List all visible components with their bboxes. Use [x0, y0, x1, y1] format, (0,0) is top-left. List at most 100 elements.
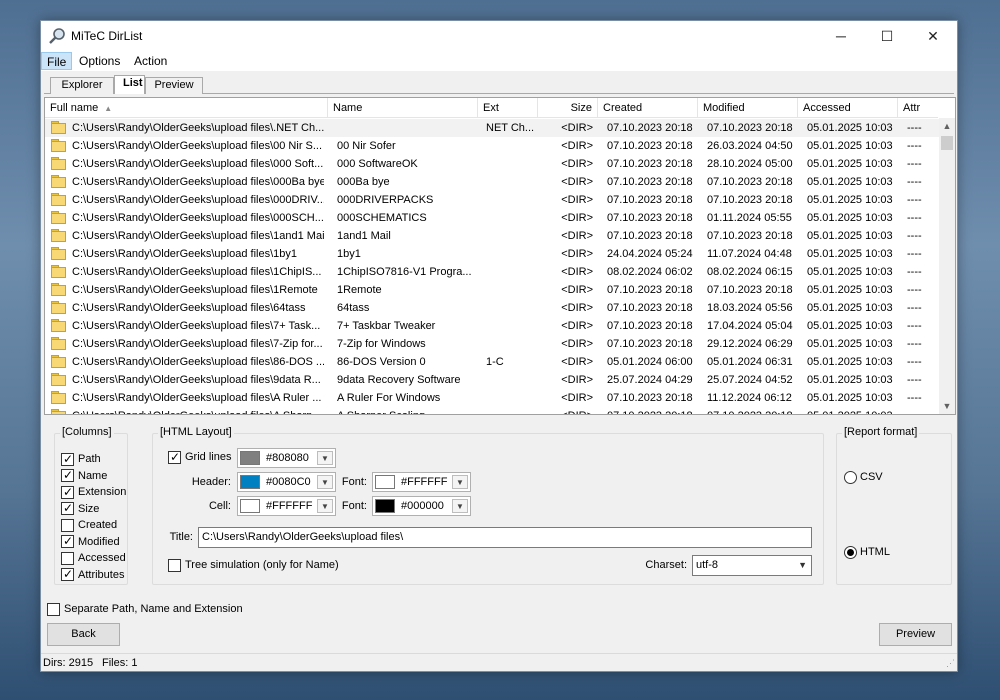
table-row[interactable]: C:\Users\Randy\OlderGeeks\upload files\1…	[45, 281, 940, 299]
tree-simulation-check[interactable]	[168, 558, 181, 572]
chevron-down-icon[interactable]: ▼	[317, 475, 333, 489]
column-checkbox-modified[interactable]: Modified	[61, 534, 120, 551]
menu-file[interactable]: File	[41, 52, 73, 70]
close-button[interactable]: ✕	[910, 21, 956, 51]
tab-explorer[interactable]: Explorer	[50, 77, 114, 94]
column-header-ext[interactable]: Ext	[478, 98, 538, 118]
table-row[interactable]: C:\Users\Randy\OlderGeeks\upload files\A…	[45, 389, 940, 407]
checkbox-box[interactable]	[61, 534, 74, 549]
table-row[interactable]: C:\Users\Randy\OlderGeeks\upload files\9…	[45, 371, 940, 389]
column-header-created[interactable]: Created	[598, 98, 698, 118]
cell-font-color-picker[interactable]: #000000 ▼	[372, 496, 471, 516]
table-row[interactable]: C:\Users\Randy\OlderGeeks\upload files\A…	[45, 407, 940, 414]
checkbox-box[interactable]	[61, 501, 74, 516]
charset-select[interactable]: utf-8 ▼	[692, 555, 812, 576]
tab-preview[interactable]: Preview	[145, 77, 203, 94]
column-checkbox-path[interactable]: Path	[61, 452, 101, 468]
checkbox-label: Accessed	[78, 552, 126, 565]
checkbox-box[interactable]	[61, 551, 74, 565]
chevron-down-icon[interactable]: ▼	[452, 475, 468, 489]
cell-fullname: C:\Users\Randy\OlderGeeks\upload files\1…	[72, 230, 324, 242]
header-color-label: Header:	[191, 476, 231, 488]
csv-radio-dot[interactable]	[844, 470, 857, 484]
checkbox-box[interactable]	[61, 518, 74, 532]
cell-accessed: 05.01.2025 10:03	[807, 230, 893, 242]
column-checkbox-created[interactable]: Created	[61, 518, 117, 534]
checkbox-box[interactable]	[61, 485, 74, 499]
column-header-attr[interactable]: Attr	[898, 98, 940, 118]
cell-color-picker[interactable]: #FFFFFF ▼	[237, 496, 336, 516]
cell-name: 00 Nir Sofer	[337, 140, 396, 152]
menu-action[interactable]: Action	[129, 52, 172, 70]
csv-radio[interactable]: CSV	[844, 470, 883, 486]
table-row[interactable]: C:\Users\Randy\OlderGeeks\upload files\0…	[45, 155, 940, 173]
cell-font-color-value: #000000	[401, 500, 444, 512]
folder-icon	[51, 265, 66, 278]
cell-ext	[486, 245, 538, 263]
header-font-color-picker[interactable]: #FFFFFF ▼	[372, 472, 471, 492]
preview-button[interactable]: Preview	[879, 623, 952, 646]
grid-lines-check[interactable]	[168, 450, 181, 464]
vertical-scrollbar[interactable]: ▲ ▼	[939, 118, 955, 414]
table-row[interactable]: C:\Users\Randy\OlderGeeks\upload files\1…	[45, 263, 940, 281]
column-checkbox-attributes[interactable]: Attributes	[61, 567, 124, 584]
cell-name: 1Remote	[337, 284, 382, 296]
chevron-down-icon[interactable]: ▼	[452, 499, 468, 513]
table-row[interactable]: C:\Users\Randy\OlderGeeks\upload files\1…	[45, 227, 940, 245]
report-format-legend: [Report format]	[842, 426, 920, 438]
header-color-value: #0080C0	[266, 476, 311, 488]
table-row[interactable]: C:\Users\Randy\OlderGeeks\upload files\0…	[45, 191, 940, 209]
header-color-picker[interactable]: #0080C0 ▼	[237, 472, 336, 492]
folder-icon	[51, 175, 66, 188]
column-checkbox-name[interactable]: Name	[61, 468, 107, 485]
column-checkbox-extension[interactable]: Extension	[61, 485, 126, 501]
checkbox-box[interactable]	[61, 567, 74, 582]
separate-path-check[interactable]	[47, 602, 60, 616]
folder-icon	[51, 391, 66, 404]
resize-grip-icon[interactable]: ⋰	[943, 657, 955, 669]
tree-simulation-checkbox[interactable]: Tree simulation (only for Name)	[168, 558, 339, 574]
menu-options[interactable]: Options	[74, 52, 125, 70]
title-input[interactable]: C:\Users\Randy\OlderGeeks\upload files\	[198, 527, 812, 548]
table-row[interactable]: C:\Users\Randy\OlderGeeks\upload files\.…	[45, 119, 940, 137]
table-row[interactable]: C:\Users\Randy\OlderGeeks\upload files\7…	[45, 317, 940, 335]
html-radio[interactable]: HTML	[844, 545, 890, 561]
tab-list[interactable]: List	[114, 75, 145, 94]
chevron-down-icon[interactable]: ▼	[317, 499, 333, 513]
column-checkbox-accessed[interactable]: Accessed	[61, 551, 126, 567]
cell-fullname: C:\Users\Randy\OlderGeeks\upload files\0…	[72, 194, 324, 206]
cell-color-swatch	[240, 499, 260, 513]
scroll-up-icon[interactable]: ▲	[939, 118, 955, 134]
grid-lines-checkbox[interactable]: Grid lines	[168, 450, 231, 466]
column-header-fullname[interactable]: Full name ▲	[45, 98, 328, 118]
column-header-name[interactable]: Name	[328, 98, 478, 118]
table-row[interactable]: C:\Users\Randy\OlderGeeks\upload files\0…	[45, 209, 940, 227]
html-radio-dot[interactable]	[844, 545, 857, 559]
cell-accessed: 05.01.2025 10:03	[807, 284, 893, 296]
column-header-size[interactable]: Size	[538, 98, 598, 118]
column-checkbox-size[interactable]: Size	[61, 501, 99, 518]
table-row[interactable]: C:\Users\Randy\OlderGeeks\upload files\6…	[45, 299, 940, 317]
cell-attr: ----	[907, 356, 922, 368]
separate-path-checkbox[interactable]: Separate Path, Name and Extension	[47, 602, 243, 618]
chevron-down-icon[interactable]: ▼	[317, 451, 333, 465]
table-row[interactable]: C:\Users\Randy\OlderGeeks\upload files\0…	[45, 173, 940, 191]
scroll-down-icon[interactable]: ▼	[939, 398, 955, 414]
column-header-accessed[interactable]: Accessed	[798, 98, 898, 118]
file-list[interactable]: Full name ▲ Name Ext Size Created Modifie…	[44, 97, 956, 415]
table-row[interactable]: C:\Users\Randy\OlderGeeks\upload files\1…	[45, 245, 940, 263]
table-row[interactable]: C:\Users\Randy\OlderGeeks\upload files\8…	[45, 353, 940, 371]
status-dirs: Dirs: 2915	[43, 657, 94, 669]
minimize-button[interactable]: ─	[818, 21, 864, 51]
scroll-thumb[interactable]	[941, 136, 953, 150]
table-row[interactable]: C:\Users\Randy\OlderGeeks\upload files\0…	[45, 137, 940, 155]
maximize-button[interactable]: ☐	[864, 21, 910, 51]
column-header-modified[interactable]: Modified	[698, 98, 798, 118]
checkbox-box[interactable]	[61, 452, 74, 466]
checkbox-box[interactable]	[61, 468, 74, 483]
grid-color-picker[interactable]: #808080 ▼	[237, 448, 336, 468]
cell-created: 07.10.2023 20:18	[607, 407, 702, 414]
cell-attr: ----	[907, 266, 922, 278]
back-button[interactable]: Back	[47, 623, 120, 646]
table-row[interactable]: C:\Users\Randy\OlderGeeks\upload files\7…	[45, 335, 940, 353]
